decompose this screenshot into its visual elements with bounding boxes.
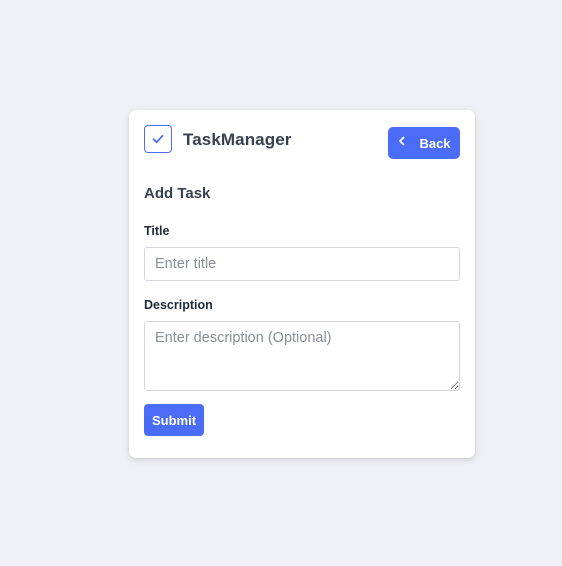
check-icon	[152, 134, 164, 144]
card-header: TaskManager Back	[144, 125, 460, 159]
app-title: TaskManager	[183, 130, 292, 149]
submit-button[interactable]: Submit	[144, 404, 204, 436]
form-heading: Add Task	[144, 185, 211, 202]
chevron-left-icon	[399, 136, 405, 146]
description-textarea[interactable]	[144, 321, 460, 391]
title-label: Title	[144, 224, 170, 238]
app-logo	[144, 125, 172, 153]
add-task-card: TaskManager Back Add Task Title Descript…	[129, 110, 475, 458]
title-input[interactable]	[144, 247, 460, 281]
back-button[interactable]: Back	[388, 127, 460, 159]
back-button-label: Back	[419, 135, 451, 151]
description-label: Description	[144, 298, 213, 312]
